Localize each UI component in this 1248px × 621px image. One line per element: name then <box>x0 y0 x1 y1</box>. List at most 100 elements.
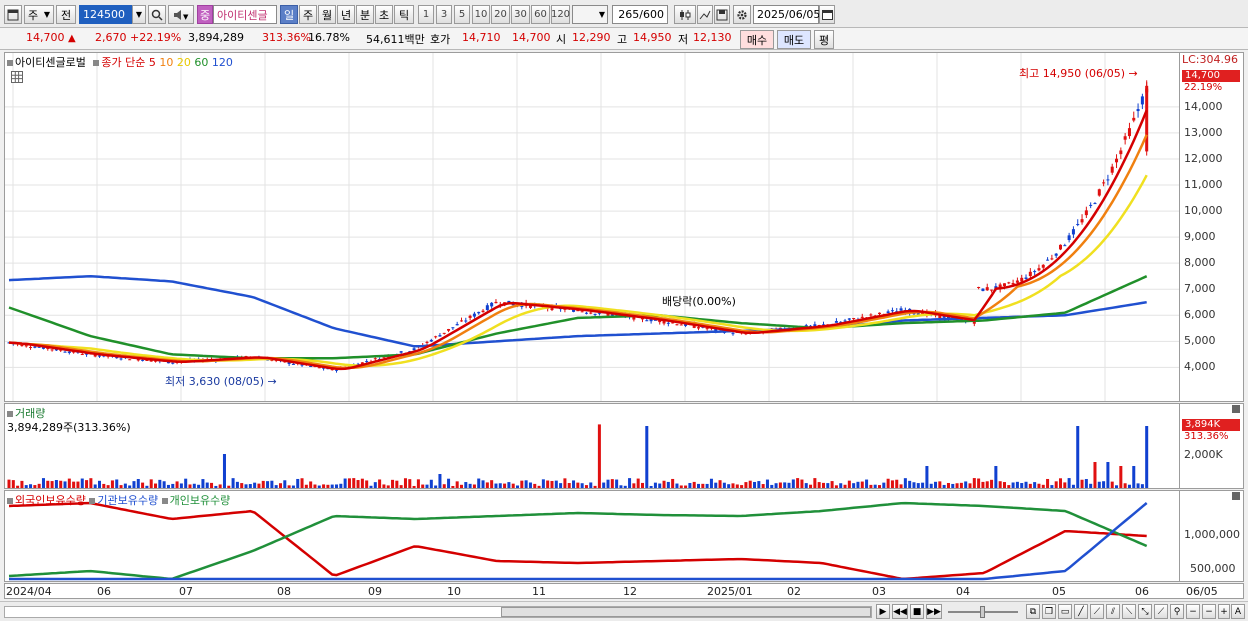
zoom-slider[interactable] <box>948 606 1018 618</box>
volume-bar <box>1071 484 1075 488</box>
minus-icon[interactable]: − <box>1186 604 1200 619</box>
count-button-60[interactable]: 60 <box>531 5 550 24</box>
view-count-field[interactable]: 265/600 <box>612 5 668 24</box>
count-button-20[interactable]: 20 <box>491 5 510 24</box>
count-button-10[interactable]: 10 <box>472 5 490 24</box>
count-button-30[interactable]: 30 <box>511 5 530 24</box>
current-price-tag: 14,700 <box>1182 70 1240 82</box>
volume-bar <box>821 482 825 488</box>
zoom-slider-handle[interactable] <box>980 606 985 618</box>
volume-chart[interactable] <box>5 404 1180 489</box>
draw-tool-icon[interactable]: ⤡ <box>1138 604 1152 619</box>
speaker-icon[interactable]: ▼ <box>168 5 194 24</box>
price-chart-panel[interactable]: 아이티센글로벌 종가 단순 5 10 20 60 120 최고 14,950 (… <box>4 52 1180 402</box>
window-icon[interactable]: ▭ <box>1058 604 1072 619</box>
ma-line <box>8 134 1148 370</box>
tab-period-tick[interactable]: 틱 <box>394 5 414 24</box>
volume-bar <box>197 484 201 488</box>
save-icon[interactable] <box>714 5 730 24</box>
tab-period-minute[interactable]: 분 <box>356 5 374 24</box>
candle-body <box>141 359 145 361</box>
zoom-icon[interactable]: ⚲ <box>1170 604 1184 619</box>
draw-tool-icon[interactable]: ⟍ <box>1122 604 1136 619</box>
date-input[interactable]: 2025/06/05 <box>753 5 820 24</box>
tab-period-second[interactable]: 초 <box>375 5 393 24</box>
market-select[interactable]: 주 ▼ <box>24 5 54 24</box>
price-tick: 9,000 <box>1184 230 1216 244</box>
eval-button[interactable]: 평 <box>814 30 834 49</box>
sell-button[interactable]: 매도 <box>777 30 811 49</box>
volume-bar <box>408 479 412 488</box>
candle-body <box>1024 277 1028 279</box>
candle-body <box>490 302 494 307</box>
draw-line-icon[interactable]: ╱ <box>1074 604 1088 619</box>
candle-body <box>1110 166 1114 173</box>
volume-bar <box>222 454 226 488</box>
volume-bar <box>136 479 140 488</box>
font-size-icon[interactable]: A <box>1231 604 1245 619</box>
count-button-5[interactable]: 5 <box>454 5 470 24</box>
volume-bar <box>339 483 343 488</box>
period-select[interactable]: 전 <box>56 5 76 24</box>
x-label: 2025/01 <box>707 585 753 598</box>
volume-bar <box>326 484 330 488</box>
legend-square-icon <box>89 498 96 504</box>
code-dropdown-button[interactable]: ▼ <box>132 5 146 24</box>
candle-body <box>67 351 71 353</box>
volume-bar <box>231 478 235 488</box>
volume-bar <box>964 481 968 488</box>
volume-bar <box>235 481 239 488</box>
tab-period-week[interactable]: 주 <box>299 5 317 24</box>
x-label: 2024/04 <box>6 585 52 598</box>
legend-square-icon <box>93 60 100 66</box>
draw-tool-icon[interactable]: ⟋ <box>1154 604 1168 619</box>
volume-bar <box>214 485 218 488</box>
volume-bar <box>149 479 153 488</box>
rewind-icon[interactable]: ◀◀ <box>892 604 908 619</box>
window-icon[interactable] <box>4 5 22 24</box>
plus-icon[interactable]: + <box>1218 604 1230 619</box>
volume-bar <box>244 484 248 488</box>
volume-bar <box>628 478 632 488</box>
panel-close-icon[interactable] <box>1232 405 1240 413</box>
candle-body <box>697 327 701 329</box>
holding-panel[interactable]: 외국인보유수량 기관보유수량 개인보유수량 <box>4 490 1180 582</box>
layout-icon[interactable]: ⧉ <box>1026 604 1040 619</box>
volume-bar <box>300 478 304 488</box>
stock-code-input[interactable]: 124500 <box>79 5 132 24</box>
tab-period-day[interactable]: 일 <box>280 5 298 24</box>
panel-close-icon[interactable] <box>1232 492 1240 500</box>
count-button-3[interactable]: 3 <box>436 5 452 24</box>
gear-icon[interactable] <box>733 5 751 24</box>
calendar-icon[interactable] <box>819 5 835 24</box>
volume-bar <box>442 484 446 488</box>
play-icon[interactable]: ▶ <box>876 604 890 619</box>
draw-fan-icon[interactable]: ⟋ <box>1090 604 1104 619</box>
candle-type-icon[interactable] <box>674 5 696 24</box>
draw-channel-icon[interactable]: ⫽ <box>1106 604 1120 619</box>
buy-button[interactable]: 매수 <box>740 30 774 49</box>
count-button-1[interactable]: 1 <box>418 5 434 24</box>
price-y-axis: LC:304.96 14,700 22.19% 14,000 13,000 12,0… <box>1180 52 1244 402</box>
candle-body <box>1089 204 1093 206</box>
search-icon[interactable] <box>148 5 166 24</box>
volume-bar <box>1123 483 1127 488</box>
stock-name-field[interactable]: 아이티센글 <box>213 5 277 24</box>
price-chart[interactable] <box>5 53 1180 402</box>
stop-icon[interactable]: ■ <box>910 604 924 619</box>
sell-label: 매도 <box>783 33 805 47</box>
count-button-120[interactable]: 120 <box>551 5 570 24</box>
grid-icon[interactable] <box>11 71 23 83</box>
minus-icon[interactable]: − <box>1202 604 1216 619</box>
chart-scrollbar[interactable] <box>4 606 872 618</box>
trend-icon[interactable] <box>697 5 713 24</box>
tab-period-month[interactable]: 월 <box>318 5 336 24</box>
scroll-thumb[interactable] <box>501 607 871 617</box>
volume-panel[interactable]: 거래량 3,894,289주(313.36%) <box>4 403 1180 489</box>
tab-period-year[interactable]: 년 <box>337 5 355 24</box>
high-annotation: 최고 14,950 (06/05) → <box>1019 67 1138 80</box>
option-select[interactable]: ▼ <box>572 5 608 24</box>
volume-bar <box>141 482 145 488</box>
copy-icon[interactable]: ❐ <box>1042 604 1056 619</box>
forward-icon[interactable]: ▶▶ <box>926 604 942 619</box>
